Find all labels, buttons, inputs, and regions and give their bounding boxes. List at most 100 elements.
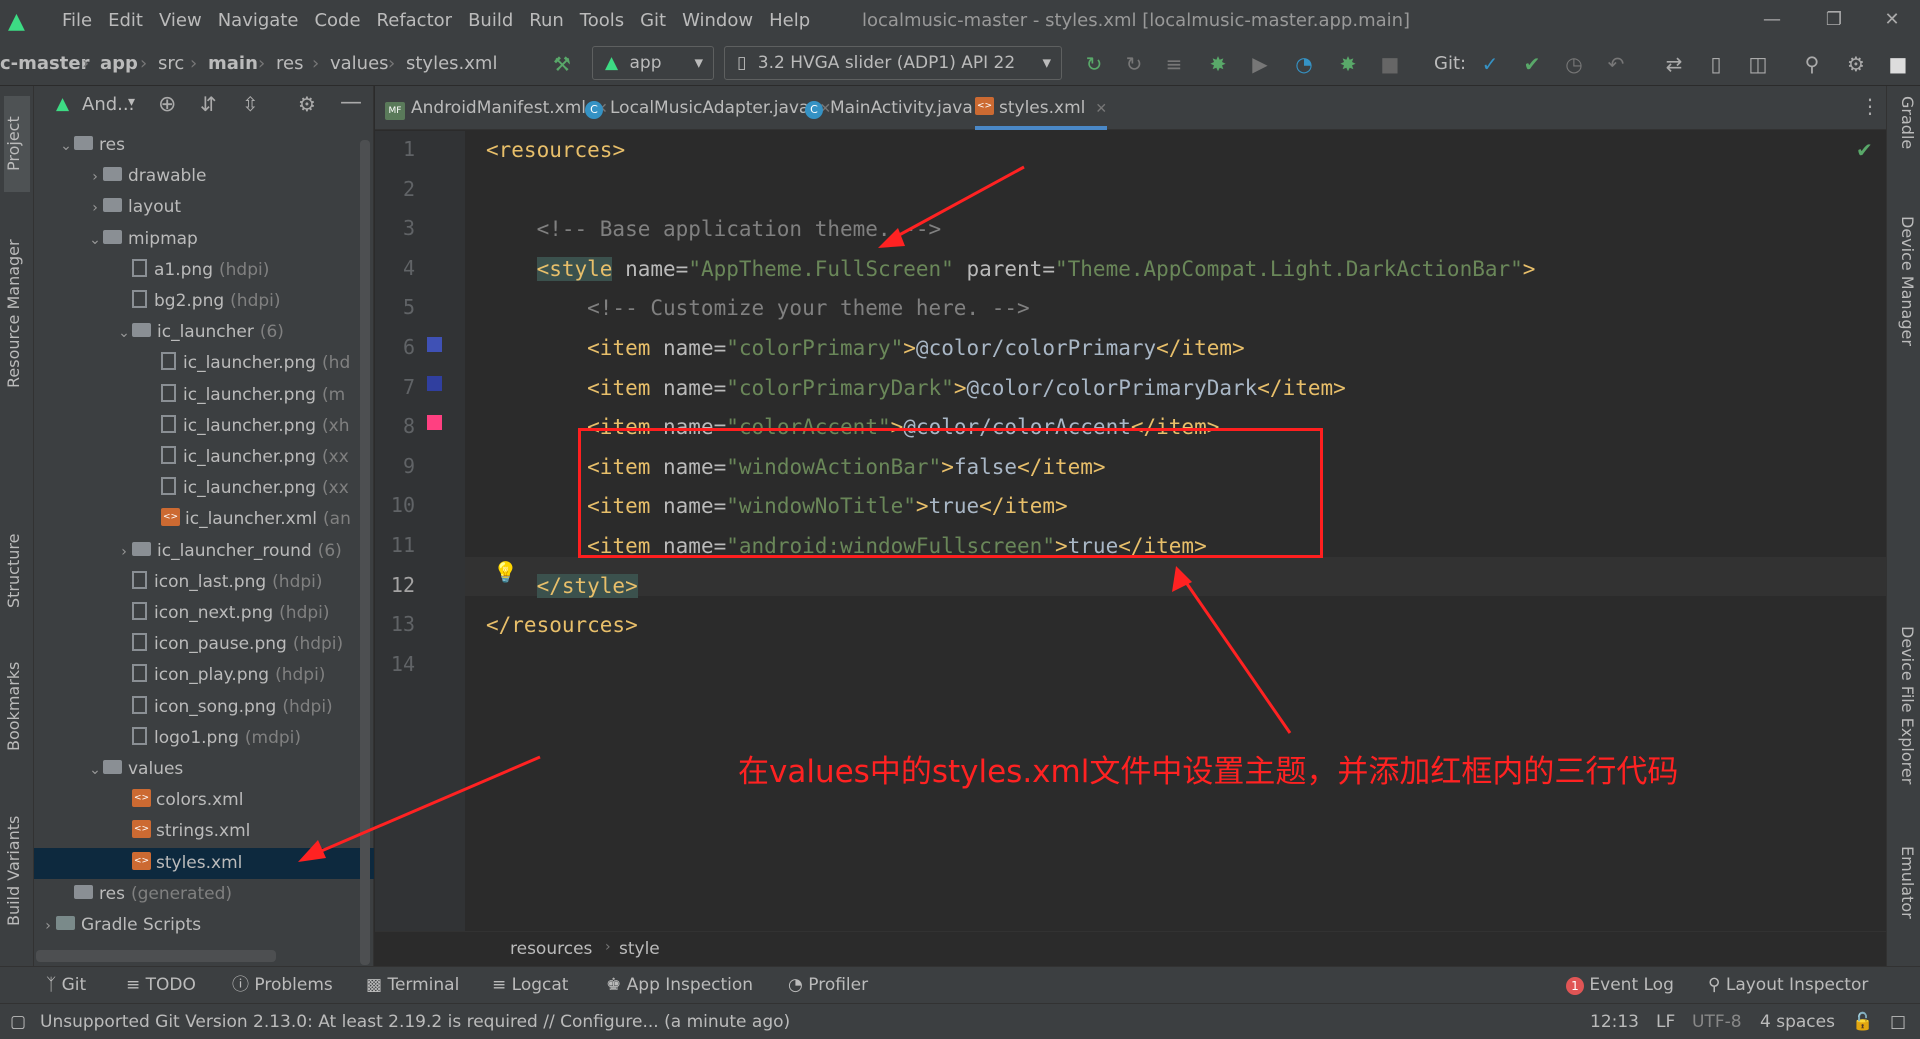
attach-icon[interactable]: ✸ — [1334, 50, 1362, 78]
tool-app-inspection[interactable]: ♚ App Inspection — [606, 967, 753, 1004]
tool-profiler[interactable]: ◔ Profiler — [788, 967, 868, 1004]
tool-logcat[interactable]: ≡ Logcat — [492, 967, 568, 1004]
tool-tab-build-variants[interactable]: Build Variants — [4, 796, 30, 946]
menu-build[interactable]: Build — [460, 0, 521, 42]
tree-item[interactable]: bg2.png (hdpi) — [34, 286, 374, 317]
tool-tab-emulator[interactable]: Emulator — [1893, 846, 1917, 966]
apply-changes-icon[interactable]: ↻ — [1120, 50, 1148, 78]
tree-item[interactable]: ic_launcher.png (xx — [34, 442, 374, 473]
tree-item[interactable]: logo1.png (mdpi) — [34, 723, 374, 754]
sync-gradle-icon[interactable]: ⇄ — [1660, 50, 1688, 78]
menu-tools[interactable]: Tools — [572, 0, 632, 42]
code-line[interactable]: <!-- Customize your theme here. --> — [486, 289, 1030, 328]
tree-item[interactable]: ic_launcher.png (m — [34, 380, 374, 411]
tree-item[interactable]: a1.png (hdpi) — [34, 255, 374, 286]
project-view-select[interactable]: And... — [82, 94, 134, 115]
tab-styles-xml[interactable]: <> styles.xml ✕ — [975, 86, 1108, 130]
sdk-manager-icon[interactable]: ◫ — [1744, 50, 1772, 78]
tree-item[interactable]: ic_launcher.png (xh — [34, 411, 374, 442]
tree-item[interactable]: ⌄ mipmap — [34, 224, 374, 255]
tree-item[interactable]: icon_last.png (hdpi) — [34, 567, 374, 598]
breadcrumb-item[interactable]: main — [208, 42, 258, 86]
hammer-icon[interactable]: ⚒ — [548, 50, 576, 78]
profile-icon[interactable]: ◔ — [1290, 50, 1318, 78]
breadcrumb-style[interactable]: style — [619, 939, 660, 959]
color-swatch-accent[interactable] — [427, 415, 442, 430]
code-line[interactable]: </resources> — [486, 606, 638, 645]
menu-git[interactable]: Git — [632, 0, 674, 42]
chevron-down-icon[interactable]: ⌄ — [58, 131, 74, 161]
breadcrumb-item[interactable]: values — [330, 42, 389, 86]
code-line[interactable]: <style name="AppTheme.FullScreen" parent… — [486, 250, 1535, 289]
tree-item[interactable]: <> strings.xml — [34, 816, 374, 847]
run-config-select[interactable]: ▲ app ▾ — [592, 46, 714, 80]
menu-edit[interactable]: Edit — [100, 0, 151, 42]
tree-item[interactable]: icon_play.png (hdpi) — [34, 660, 374, 691]
tool-tab-project[interactable]: Project — [4, 96, 30, 192]
tool-layout-inspector[interactable]: ⚲ Layout Inspector — [1708, 967, 1868, 1004]
tree-item[interactable]: icon_song.png (hdpi) — [34, 692, 374, 723]
tool-tab-gradle[interactable]: Gradle — [1893, 96, 1917, 186]
line-separator[interactable]: LF — [1656, 1004, 1675, 1039]
stop-icon[interactable]: ■ — [1376, 50, 1404, 78]
tree-item[interactable]: <> ic_launcher.xml (an — [34, 504, 374, 535]
chevron-right-icon[interactable]: › — [87, 162, 103, 192]
expand-all-icon[interactable]: ⇵ — [200, 92, 217, 116]
settings-gear-icon[interactable]: ⚙ — [1842, 50, 1870, 78]
tab-localmusicadapter-java[interactable]: C LocalMusicAdapter.java ✕ — [585, 86, 831, 130]
memory-indicator-icon[interactable]: □ — [1890, 1004, 1906, 1039]
device-select[interactable]: ▯ 3.2 HVGA slider (ADP1) API 22 ▾ — [724, 46, 1062, 80]
breadcrumb-item[interactable]: app — [100, 42, 138, 86]
attach-debugger-icon[interactable]: ▶ — [1246, 50, 1274, 78]
tree-item[interactable]: icon_pause.png (hdpi) — [34, 629, 374, 660]
chevron-right-icon[interactable]: › — [116, 537, 132, 567]
status-message[interactable]: Unsupported Git Version 2.13.0: At least… — [40, 1004, 790, 1039]
file-encoding[interactable]: UTF-8 — [1692, 1004, 1742, 1039]
close-tab-icon[interactable]: ✕ — [1095, 101, 1107, 117]
chevron-down-icon[interactable]: ⌄ — [87, 225, 103, 255]
tree-horizontal-scrollbar[interactable] — [36, 950, 276, 962]
breadcrumb-resources[interactable]: resources — [510, 939, 592, 959]
locate-icon[interactable]: ⊕ — [158, 92, 176, 117]
breadcrumb-item[interactable]: res — [276, 42, 303, 86]
chevron-right-icon[interactable]: › — [87, 193, 103, 223]
chevron-right-icon[interactable]: › — [40, 911, 56, 941]
debug-icon[interactable]: ✸ — [1204, 50, 1232, 78]
breadcrumb-item[interactable]: styles.xml — [406, 42, 497, 86]
status-toggle-icon[interactable]: ▢ — [10, 1004, 26, 1039]
tree-item[interactable]: ⌄ res — [34, 130, 374, 161]
git-rollback-icon[interactable]: ↶ — [1602, 50, 1630, 78]
tree-item[interactable]: › layout — [34, 192, 374, 223]
menu-refactor[interactable]: Refactor — [369, 0, 461, 42]
code-line[interactable]: <resources> — [486, 131, 625, 170]
git-commit-icon[interactable]: ✔ — [1518, 50, 1546, 78]
restore-button[interactable]: ❐ — [1806, 0, 1862, 42]
menu-file[interactable]: File — [54, 0, 100, 42]
avatar[interactable]: ■ — [1884, 50, 1912, 78]
tree-vertical-scrollbar[interactable] — [360, 140, 370, 965]
git-update-icon[interactable]: ✓ — [1476, 50, 1504, 78]
hide-panel-icon[interactable]: — — [340, 90, 362, 115]
read-only-lock-icon[interactable]: 🔓 — [1852, 1004, 1873, 1039]
tool-tab-device-manager[interactable]: Device Manager — [1893, 216, 1917, 466]
menu-help[interactable]: Help — [761, 0, 818, 42]
color-swatch-primary[interactable] — [427, 337, 442, 352]
chevron-down-icon[interactable]: ⌄ — [116, 318, 132, 348]
tree-item[interactable]: › ic_launcher_round (6) — [34, 536, 374, 567]
tool-tab-bookmarks[interactable]: Bookmarks — [4, 646, 30, 766]
tree-item[interactable]: ic_launcher.png (hd — [34, 348, 374, 379]
breadcrumb-item[interactable]: c-master — [0, 42, 89, 86]
tool-tab-structure[interactable]: Structure — [4, 516, 30, 626]
tab-androidmanifest-xml[interactable]: MFAndroidManifest.xml✕ — [385, 86, 608, 130]
git-history-icon[interactable]: ◷ — [1560, 50, 1588, 78]
tab-mainactivity-java[interactable]: CMainActivity.java✕ — [805, 86, 995, 130]
device-manager-icon[interactable]: ▯ — [1702, 50, 1730, 78]
lightbulb-icon[interactable]: 💡 — [493, 560, 518, 584]
menu-run[interactable]: Run — [521, 0, 572, 42]
menu-window[interactable]: Window — [674, 0, 761, 42]
color-swatch-primary-dark[interactable] — [427, 376, 442, 391]
collapse-all-icon[interactable]: ⇳ — [242, 92, 259, 116]
code-line[interactable]: <!-- Base application theme. --> — [486, 210, 942, 249]
code-line[interactable]: <item name="colorPrimary">@color/colorPr… — [486, 329, 1245, 368]
tool-todo[interactable]: ≡ TODO — [126, 967, 196, 1004]
